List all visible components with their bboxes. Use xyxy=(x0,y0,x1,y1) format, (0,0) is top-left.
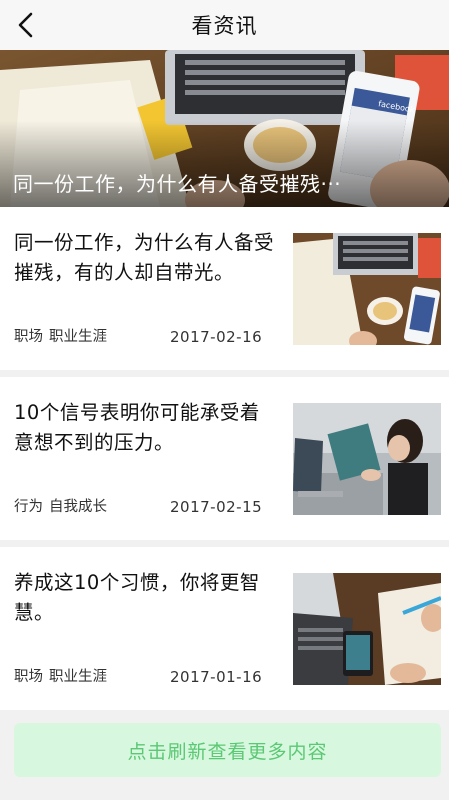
back-button[interactable] xyxy=(6,5,46,45)
article-tags: 职场 职业生涯 xyxy=(14,325,107,346)
article-tag: 职场 xyxy=(14,329,43,345)
article-thumbnail xyxy=(293,233,441,345)
article-tag: 行为 xyxy=(14,499,43,515)
banner-caption: 同一份工作，为什么有人备受摧残··· xyxy=(13,172,342,196)
article-date: 2017-02-15 xyxy=(170,498,263,516)
page-title: 看资讯 xyxy=(191,14,258,38)
article-title: 养成这10个习惯，你将更智慧。 xyxy=(14,571,260,624)
article-tags: 职场 职业生涯 xyxy=(14,665,107,686)
refresh-more-button[interactable]: 点击刷新查看更多内容 xyxy=(14,723,441,777)
article-tag: 职业生涯 xyxy=(49,669,107,685)
article-tags: 行为 自我成长 xyxy=(14,495,107,516)
featured-banner[interactable]: facebook 同一份工作，为什么有人备受摧残··· xyxy=(0,50,449,207)
chevron-left-icon xyxy=(18,12,33,38)
article-tag: 自我成长 xyxy=(49,499,107,515)
article-title: 同一份工作，为什么有人备受摧残，有的人却自带光。 xyxy=(14,231,275,284)
nav-bar: 看资讯 xyxy=(0,0,449,50)
article-thumbnail xyxy=(293,573,441,685)
article-card[interactable]: 10个信号表明你可能承受着意想不到的压力。 行为 自我成长 2017-02-15 xyxy=(0,377,449,540)
article-card[interactable]: 养成这10个习惯，你将更智慧。 职场 职业生涯 2017-01-16 xyxy=(0,547,449,710)
article-tag: 职业生涯 xyxy=(49,329,107,345)
article-tag: 职场 xyxy=(14,669,43,685)
article-title: 10个信号表明你可能承受着意想不到的压力。 xyxy=(14,401,260,454)
article-thumbnail xyxy=(293,403,441,515)
article-card[interactable]: 同一份工作，为什么有人备受摧残，有的人却自带光。 职场 职业生涯 2017-02-… xyxy=(0,207,449,370)
article-date: 2017-01-16 xyxy=(170,668,263,686)
article-date: 2017-02-16 xyxy=(170,328,263,346)
